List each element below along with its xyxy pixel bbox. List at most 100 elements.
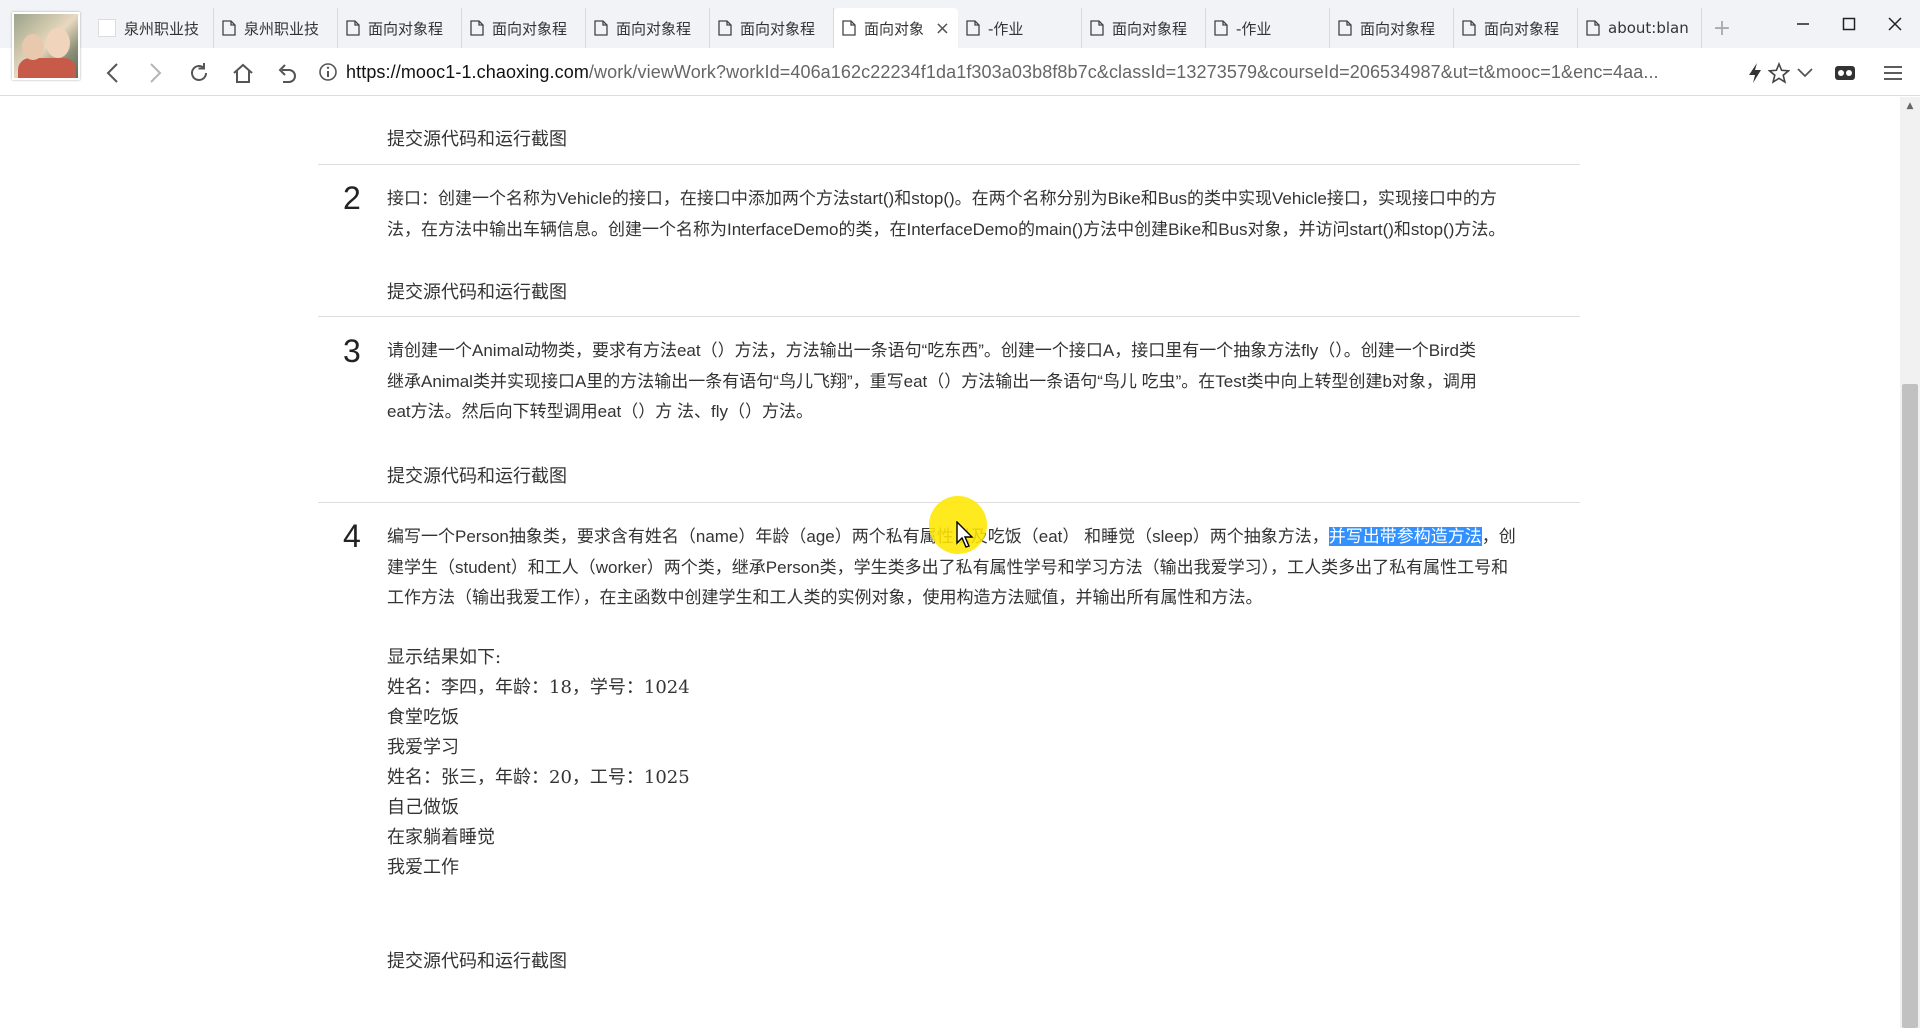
tab-title: -作业 xyxy=(988,19,1024,38)
new-tab-button[interactable]: + xyxy=(1702,8,1742,48)
url-path: /work/viewWork?workId=406a162c22234f1da1… xyxy=(588,61,1659,82)
browser-tab[interactable]: 面向对象程 xyxy=(462,8,586,48)
question-line: 请创建一个Animal动物类，要求有方法eat（）方法，方法输出一条语句“吃东西… xyxy=(387,341,1476,360)
close-icon xyxy=(1888,17,1902,31)
question-text: 请创建一个Animal动物类，要求有方法eat（）方法，方法输出一条语句“吃东西… xyxy=(387,336,1557,428)
question-number: 2 xyxy=(343,180,361,216)
output-line: 我爱学习 xyxy=(387,737,459,758)
info-icon[interactable] xyxy=(318,62,338,82)
question-text-span: ，创 xyxy=(1481,527,1516,546)
tab-title: 泉州职业技 xyxy=(124,19,200,38)
document-icon xyxy=(1462,20,1476,36)
page-content: 提交源代码和运行截图 2 接口：创建一个名称为Vehicle的接口，在接口中添加… xyxy=(0,97,1900,1028)
menu-button[interactable] xyxy=(1876,56,1910,90)
scrollbar-thumb[interactable] xyxy=(1902,384,1918,1028)
browser-tab[interactable]: 面向对象程 xyxy=(710,8,834,48)
output-line: 姓名：李四，年龄：18，学号：1024 xyxy=(387,677,690,698)
document-icon xyxy=(718,20,732,36)
output-line: 显示结果如下: xyxy=(387,647,502,668)
reload-button[interactable] xyxy=(182,56,216,90)
question-line: eat方法。然后向下转型调用eat（）方 法、fly（）方法。 xyxy=(387,402,813,421)
document-icon xyxy=(966,20,980,36)
address-bar[interactable]: https://mooc1-1.chaoxing.com/work/viewWo… xyxy=(318,56,1758,88)
tab-title: 泉州职业技 xyxy=(244,19,320,38)
document-icon xyxy=(842,20,856,36)
undo-icon xyxy=(278,64,296,83)
browser-tab[interactable]: -作业 xyxy=(1206,8,1330,48)
home-button[interactable] xyxy=(226,56,260,90)
tab-title: -作业 xyxy=(1236,19,1272,38)
browser-tab[interactable]: 泉州职业技 xyxy=(214,8,338,48)
hamburger-menu-icon xyxy=(1884,66,1902,80)
browser-tab[interactable]: 面向对象程 xyxy=(1454,8,1578,48)
back-button[interactable] xyxy=(96,56,130,90)
tab-title: 面向对象程 xyxy=(740,19,816,38)
question-number: 3 xyxy=(343,333,361,369)
browser-tab[interactable]: 面向对象 × xyxy=(834,8,958,48)
extension-icon xyxy=(1835,66,1855,80)
browser-tab[interactable]: about:blan xyxy=(1578,8,1702,48)
document-icon xyxy=(1090,20,1104,36)
close-window-button[interactable] xyxy=(1872,8,1918,40)
extension-button[interactable] xyxy=(1828,56,1862,90)
document-icon xyxy=(470,20,484,36)
back-arrow-icon xyxy=(106,63,118,83)
user-avatar[interactable] xyxy=(12,12,80,80)
output-line: 在家躺着睡觉 xyxy=(387,827,495,848)
output-line: 我爱工作 xyxy=(387,857,459,878)
document-icon xyxy=(1214,20,1228,36)
document-icon xyxy=(1586,20,1600,36)
question-text-span: 编写一个Person抽象类，要求含有姓名（name）年龄（age）两个私有属性以… xyxy=(387,527,1329,546)
document-icon xyxy=(222,20,236,36)
scroll-up-icon[interactable]: ▲ xyxy=(1900,97,1920,115)
address-dropdown-button[interactable] xyxy=(1788,56,1822,90)
submit-code-label: 提交源代码和运行截图 xyxy=(387,466,567,487)
undo-close-tab-button[interactable] xyxy=(270,56,304,90)
browser-tab[interactable]: 面向对象程 xyxy=(338,8,462,48)
browser-tab[interactable]: 面向对象程 xyxy=(1082,8,1206,48)
minimize-button[interactable] xyxy=(1780,8,1826,40)
tab-strip: 泉州职业技 泉州职业技 面向对象程 面向对象程 面向对象程 面向对象程 面向对象 × -作业 面向… xyxy=(0,0,1920,80)
divider xyxy=(318,164,1580,165)
lightning-icon xyxy=(1749,63,1761,83)
tab-title: 面向对象程 xyxy=(616,19,692,38)
divider xyxy=(318,316,1580,317)
question-line: 继承Animal类并实现接口A里的方法输出一条有语句“鸟儿飞翔”，重写eat（）… xyxy=(387,371,1477,391)
submit-code-label: 提交源代码和运行截图 xyxy=(387,951,567,972)
forward-button[interactable] xyxy=(138,56,172,90)
maximize-icon xyxy=(1842,17,1856,31)
blank-page-icon xyxy=(98,19,116,37)
home-icon xyxy=(233,63,253,83)
tab-close-button[interactable]: × xyxy=(935,18,950,39)
browser-tab[interactable]: 面向对象程 xyxy=(1330,8,1454,48)
reload-icon xyxy=(191,63,207,81)
browser-tab[interactable]: -作业 xyxy=(958,8,1082,48)
tab-title: 面向对象 xyxy=(864,19,925,38)
maximize-button[interactable] xyxy=(1826,8,1872,40)
output-line: 自己做饭 xyxy=(387,797,459,818)
tab-title: about:blan xyxy=(1608,19,1689,37)
tab-list: 泉州职业技 泉州职业技 面向对象程 面向对象程 面向对象程 面向对象程 面向对象 × -作业 面向… xyxy=(90,8,1742,48)
tab-title: 面向对象程 xyxy=(492,19,568,38)
selected-text[interactable]: 并写出带参构造方法 xyxy=(1328,527,1482,546)
vertical-scrollbar[interactable]: ▲ xyxy=(1900,97,1920,1028)
question-line: 法，在方法中输出车辆信息。创建一个名称为InterfaceDemo的类，在Int… xyxy=(387,219,1506,239)
tab-title: 面向对象程 xyxy=(1484,19,1560,38)
question-line: 建学生（student）和工人（worker）两个类，继承Person类，学生类… xyxy=(387,557,1509,577)
url-text[interactable]: https://mooc1-1.chaoxing.com/work/viewWo… xyxy=(346,62,1758,83)
question-text: 接口：创建一个名称为Vehicle的接口，在接口中添加两个方法start()和s… xyxy=(387,184,1557,245)
tab-title: 面向对象程 xyxy=(1112,19,1188,38)
document-icon xyxy=(594,20,608,36)
question-line: 工作方法（输出我爱工作），在主函数中创建学生和工人类的实例对象，使用构造方法赋值… xyxy=(387,588,1263,607)
document-icon xyxy=(346,20,360,36)
submit-code-label: 提交源代码和运行截图 xyxy=(387,282,567,303)
minimize-icon xyxy=(1797,23,1809,25)
mouse-cursor-icon xyxy=(956,521,974,548)
submit-code-label: 提交源代码和运行截图 xyxy=(387,129,567,150)
chevron-down-icon xyxy=(1797,68,1813,78)
question-number: 4 xyxy=(343,518,361,554)
browser-tab[interactable]: 面向对象程 xyxy=(586,8,710,48)
browser-tab[interactable]: 泉州职业技 xyxy=(90,8,214,48)
forward-arrow-icon xyxy=(150,63,162,83)
navigation-bar: https://mooc1-1.chaoxing.com/work/viewWo… xyxy=(0,48,1920,96)
